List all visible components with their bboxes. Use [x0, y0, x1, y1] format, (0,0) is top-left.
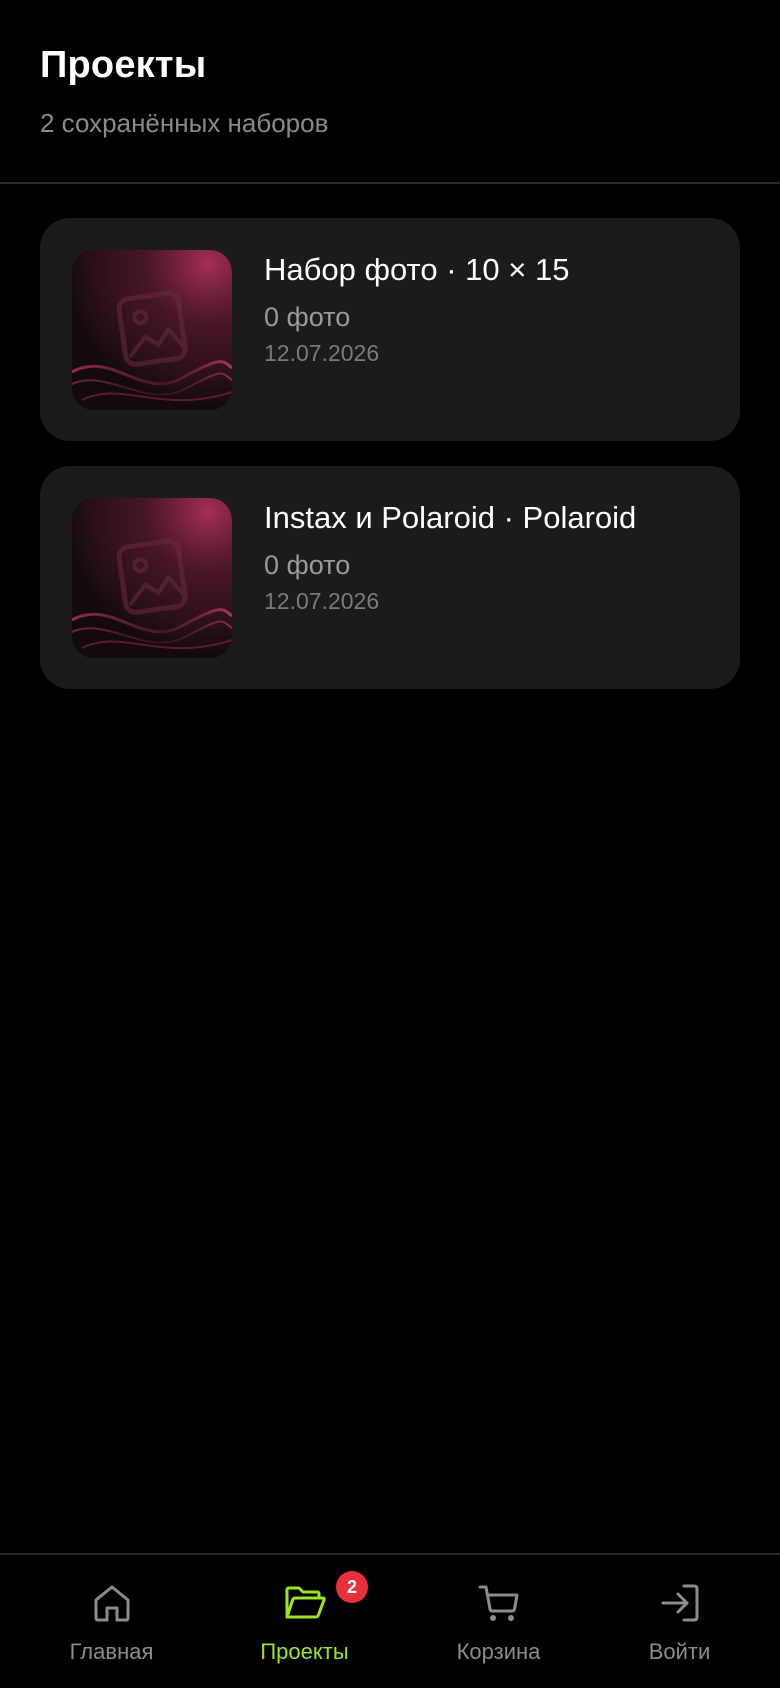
bottom-tab-bar: Главная 2 Проекты Корзина Войти	[0, 1553, 780, 1688]
project-card[interactable]: Instax и Polaroid · Polaroid 0 фото 12.0…	[40, 466, 740, 689]
home-icon	[94, 1585, 129, 1622]
tab-label: Войти	[648, 1639, 711, 1664]
project-card[interactable]: Набор фото · 10 × 15 0 фото 12.07.2026	[40, 218, 740, 441]
project-photo-count: 0 фото	[264, 550, 351, 580]
page-subtitle: 2 сохранённых наборов	[40, 108, 329, 138]
project-title: Instax и Polaroid · Polaroid	[264, 500, 637, 535]
project-photo-count: 0 фото	[264, 302, 351, 332]
project-thumbnail	[72, 250, 232, 410]
tab-login[interactable]: Войти	[582, 1555, 777, 1688]
login-icon	[661, 1584, 698, 1622]
project-date: 12.07.2026	[264, 588, 380, 614]
tab-cart[interactable]: Корзина	[401, 1555, 596, 1688]
project-thumbnail	[72, 498, 232, 658]
project-list: Набор фото · 10 × 15 0 фото 12.07.2026 I…	[40, 218, 740, 714]
project-date: 12.07.2026	[264, 340, 380, 366]
tab-projects[interactable]: 2 Проекты	[207, 1555, 402, 1688]
cart-icon	[478, 1585, 518, 1621]
image-placeholder-icon	[72, 250, 232, 410]
project-title: Набор фото · 10 × 15	[264, 252, 570, 287]
image-placeholder-icon	[72, 498, 232, 658]
page-title: Проекты	[40, 44, 207, 86]
page-header: Проекты 2 сохранённых наборов	[0, 0, 780, 184]
tab-home[interactable]: Главная	[14, 1555, 209, 1688]
tab-label: Проекты	[260, 1639, 349, 1664]
folder-open-icon	[285, 1586, 326, 1619]
tab-label: Корзина	[456, 1639, 541, 1664]
tab-label: Главная	[69, 1639, 154, 1664]
projects-count-badge: 2	[336, 1571, 368, 1603]
